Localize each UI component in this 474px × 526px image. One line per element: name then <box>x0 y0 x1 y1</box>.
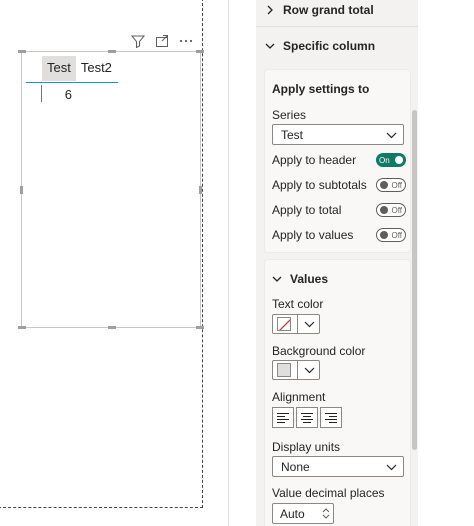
align-center-icon[interactable] <box>296 407 318 428</box>
series-label: Series <box>272 108 307 122</box>
color-swatch-icon <box>277 363 291 377</box>
resize-handle[interactable] <box>108 326 116 329</box>
section-specific-column[interactable]: Specific column <box>256 38 375 54</box>
toggle-knob <box>380 231 388 239</box>
table-header: Test Test2 <box>42 56 117 81</box>
report-canvas[interactable]: Test Test2 6 <box>0 0 228 526</box>
toggle-label: Apply to header <box>272 153 357 167</box>
chevron-down-icon <box>304 367 315 374</box>
section-divider <box>256 26 418 27</box>
table-cell[interactable]: 6 <box>42 87 72 102</box>
toggle-row-header: Apply to header On <box>272 152 406 168</box>
resize-handle[interactable] <box>199 186 202 194</box>
chevron-down-icon <box>386 460 397 474</box>
format-pane: Row grand total Specific column Apply se… <box>256 0 418 526</box>
decimal-places-label: Value decimal places <box>272 486 385 500</box>
text-color-label: Text color <box>272 297 324 311</box>
divider <box>297 314 298 334</box>
chevron-down-icon <box>265 41 275 51</box>
spin-arrows[interactable] <box>322 508 333 519</box>
resize-handle[interactable] <box>18 50 26 53</box>
section-label: Row grand total <box>283 3 374 17</box>
section-label: Values <box>290 272 329 286</box>
apply-values-toggle[interactable]: Off <box>376 228 406 242</box>
more-options-icon[interactable] <box>178 33 194 49</box>
toggle-knob <box>395 156 403 164</box>
apply-subtotals-toggle[interactable]: Off <box>376 178 406 192</box>
chevron-down-icon <box>322 514 330 519</box>
display-units-value: None <box>281 459 310 474</box>
values-card: Values Text color Background color Align… <box>264 259 411 526</box>
display-units-dropdown[interactable]: None <box>272 456 404 477</box>
series-value: Test <box>281 127 304 142</box>
apply-total-toggle[interactable]: Off <box>376 203 406 217</box>
display-units-label: Display units <box>272 440 341 454</box>
toggle-state: On <box>379 155 390 165</box>
chevron-up-icon <box>322 508 330 513</box>
filter-icon[interactable] <box>130 33 146 49</box>
header-underline <box>26 82 118 83</box>
column-header-test2[interactable]: Test2 <box>76 56 117 81</box>
decimal-places-input[interactable]: Auto <box>272 503 334 524</box>
background-color-label: Background color <box>272 344 366 358</box>
no-color-swatch-icon <box>277 317 291 331</box>
chevron-down-icon <box>386 128 397 142</box>
background-color-picker[interactable] <box>272 360 320 380</box>
resize-handle[interactable] <box>196 326 204 329</box>
chevron-right-icon <box>265 5 275 15</box>
toggle-row-total: Apply to total Off <box>272 202 406 218</box>
align-left-icon[interactable] <box>272 407 294 428</box>
series-dropdown[interactable]: Test <box>272 124 404 145</box>
visual-header <box>130 32 194 50</box>
apply-header-toggle[interactable]: On <box>376 153 406 167</box>
toggle-state: Off <box>391 205 402 215</box>
values-section-header[interactable]: Values <box>263 271 328 287</box>
column-header-test[interactable]: Test <box>42 56 76 81</box>
pane-scrollbar[interactable] <box>412 110 417 450</box>
focus-mode-icon[interactable] <box>154 33 170 49</box>
section-row-grand-total[interactable]: Row grand total <box>256 2 374 18</box>
resize-handle[interactable] <box>196 50 204 53</box>
toggle-label: Apply to total <box>272 203 342 217</box>
section-label: Specific column <box>283 39 376 53</box>
resize-handle[interactable] <box>20 186 23 194</box>
table-visual[interactable]: Test Test2 6 <box>18 50 204 329</box>
toggle-state: Off <box>391 230 402 240</box>
toggle-knob <box>380 206 388 214</box>
toggle-row-subtotals: Apply to subtotals Off <box>272 177 406 193</box>
alignment-label: Alignment <box>272 390 326 404</box>
card-title: Apply settings to <box>272 82 370 96</box>
resize-handle[interactable] <box>108 50 116 53</box>
toggle-row-values: Apply to values Off <box>272 227 406 243</box>
toggle-label: Apply to values <box>272 228 354 242</box>
chevron-down-icon <box>304 321 315 328</box>
divider <box>297 360 298 380</box>
decimal-places-value: Auto <box>280 506 305 521</box>
toggle-state: Off <box>391 180 402 190</box>
text-color-picker[interactable] <box>272 314 320 334</box>
toggle-knob <box>380 181 388 189</box>
toggle-label: Apply to subtotals <box>272 178 367 192</box>
align-right-icon[interactable] <box>320 407 342 428</box>
apply-settings-card: Apply settings to Series Test Apply to h… <box>264 69 411 253</box>
resize-handle[interactable] <box>18 326 26 329</box>
pane-divider <box>228 0 229 526</box>
chevron-down-icon <box>272 274 282 284</box>
